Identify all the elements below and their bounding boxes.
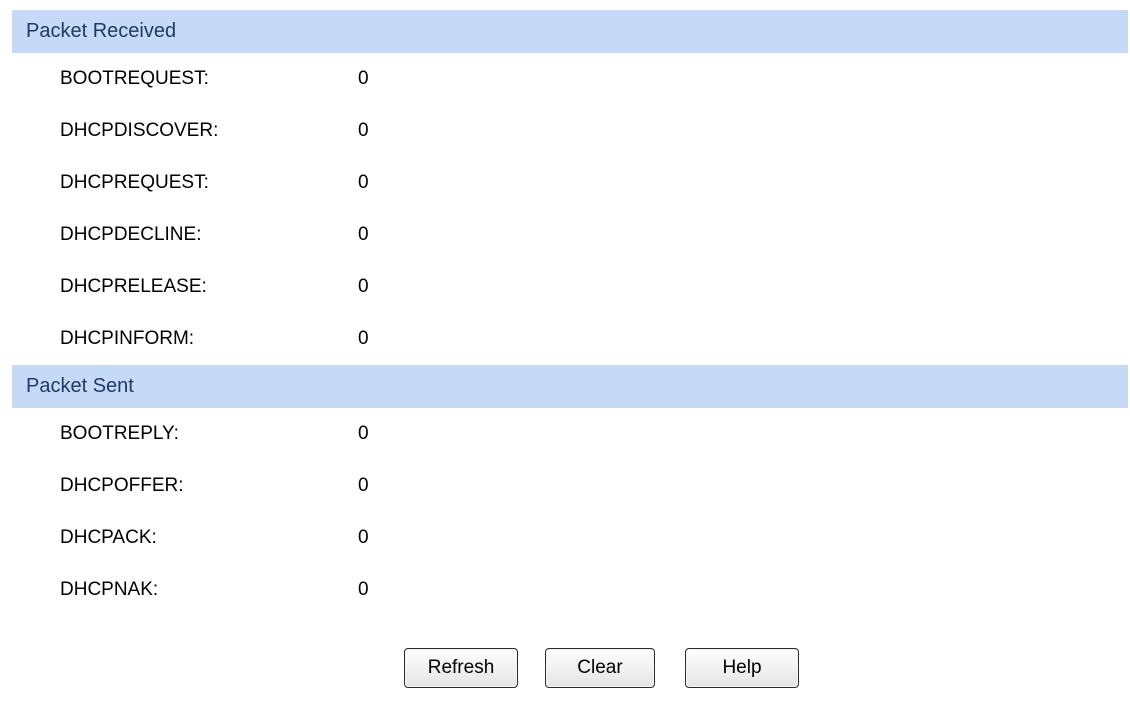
stat-label: DHCPACK: — [60, 527, 157, 548]
packet-sent-header: Packet Sent — [12, 365, 1128, 408]
stat-label: DHCPRELEASE: — [60, 276, 207, 297]
action-button-bar: Refresh Clear Help — [12, 648, 1128, 690]
stat-value: 0 — [358, 224, 369, 245]
dhcp-statistics-panel: Packet Received BOOTREQUEST: 0 DHCPDISCO… — [12, 10, 1128, 616]
stat-row-dhcpnak: DHCPNAK: 0 — [12, 564, 1128, 616]
stat-row-dhcpdiscover: DHCPDISCOVER: 0 — [12, 105, 1128, 157]
stat-value: 0 — [358, 68, 369, 89]
stat-value: 0 — [358, 527, 369, 548]
stat-value: 0 — [358, 475, 369, 496]
stat-row-dhcprelease: DHCPRELEASE: 0 — [12, 261, 1128, 313]
stat-label: DHCPINFORM: — [60, 328, 195, 349]
stat-row-dhcpdecline: DHCPDECLINE: 0 — [12, 209, 1128, 261]
stat-label: DHCPREQUEST: — [60, 172, 209, 193]
clear-button[interactable]: Clear — [545, 648, 655, 688]
stat-row-dhcprequest: DHCPREQUEST: 0 — [12, 157, 1128, 209]
stat-label: DHCPDECLINE: — [60, 224, 202, 245]
help-button[interactable]: Help — [685, 648, 799, 688]
stat-label: BOOTREQUEST: — [60, 68, 209, 89]
packet-received-header: Packet Received — [12, 10, 1128, 53]
stat-row-dhcpoffer: DHCPOFFER: 0 — [12, 460, 1128, 512]
stat-value: 0 — [358, 423, 369, 444]
stat-row-dhcpinform: DHCPINFORM: 0 — [12, 313, 1128, 365]
stat-value: 0 — [358, 328, 369, 349]
stat-value: 0 — [358, 120, 369, 141]
stat-row-bootrequest: BOOTREQUEST: 0 — [12, 53, 1128, 105]
stat-row-dhcpack: DHCPACK: 0 — [12, 512, 1128, 564]
stat-row-bootreply: BOOTREPLY: 0 — [12, 408, 1128, 460]
refresh-button[interactable]: Refresh — [404, 648, 518, 688]
stat-value: 0 — [358, 579, 369, 600]
stat-label: DHCPNAK: — [60, 579, 159, 600]
stat-label: DHCPOFFER: — [60, 475, 184, 496]
stat-label: BOOTREPLY: — [60, 423, 179, 444]
stat-value: 0 — [358, 276, 369, 297]
stat-label: DHCPDISCOVER: — [60, 120, 219, 141]
stat-value: 0 — [358, 172, 369, 193]
